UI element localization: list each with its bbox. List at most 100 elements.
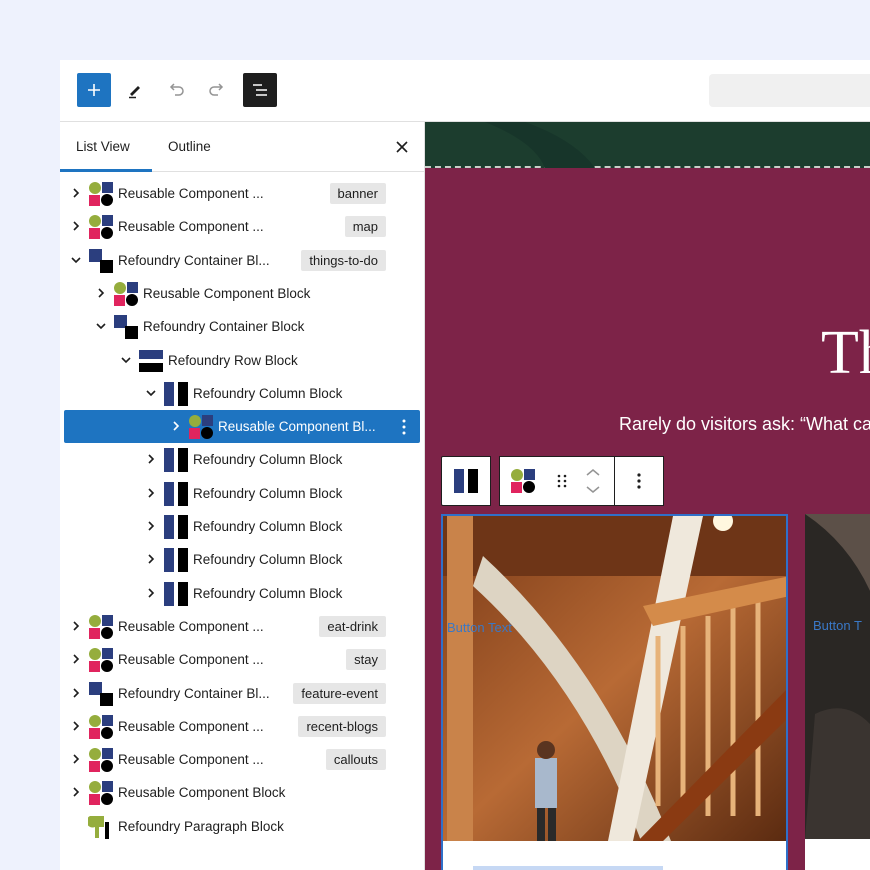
parent-block-button[interactable] xyxy=(441,456,491,506)
chevron-right-icon[interactable] xyxy=(70,620,82,632)
anchor-tag: callouts xyxy=(325,749,386,771)
anchor-tag: recent-blogs xyxy=(298,715,386,737)
reusable-block-icon xyxy=(88,647,114,673)
tree-row[interactable]: Reusable Component ... map xyxy=(64,210,420,243)
tree-row[interactable]: Reusable Component ... callouts xyxy=(64,743,420,776)
tree-row-label: Reusable Component ... xyxy=(118,718,264,734)
tree-row[interactable]: Reusable Component ... stay xyxy=(64,643,420,676)
close-icon xyxy=(396,141,408,153)
tree-row-label: Reusable Component ... xyxy=(118,652,264,668)
chevron-down-icon[interactable] xyxy=(70,254,82,266)
tree-row[interactable]: Refoundry Column Block xyxy=(64,477,420,510)
tree-row[interactable]: Refoundry Paragraph Block xyxy=(64,810,420,843)
tree-row[interactable]: Refoundry Column Block xyxy=(64,377,420,410)
tree-row[interactable]: Refoundry Column Block xyxy=(64,443,420,476)
row-block-icon xyxy=(138,348,164,374)
next-component-card[interactable]: Button T xyxy=(805,514,870,870)
chevron-right-icon[interactable] xyxy=(70,753,82,765)
container-block-icon xyxy=(88,681,114,707)
chevron-right-icon[interactable] xyxy=(145,453,157,465)
lodge-interior-photo xyxy=(443,516,786,870)
tree-row-label: Reusable Component ... xyxy=(118,186,264,201)
tree-row[interactable]: Reusable Component Block xyxy=(64,776,420,809)
tree-row-label: Refoundry Paragraph Block xyxy=(118,818,284,834)
reusable-block-icon xyxy=(88,747,114,773)
block-toolbar xyxy=(441,456,664,506)
reusable-block-icon xyxy=(88,614,114,640)
card-button-text-2[interactable]: Button T xyxy=(813,618,862,633)
reusable-block-icon xyxy=(88,181,114,207)
command-search-bar[interactable] xyxy=(709,74,870,107)
tree-row[interactable]: Refoundry Column Block xyxy=(64,543,420,576)
tree-row[interactable]: Reusable Component ... eat-drink xyxy=(64,610,420,643)
drag-handle-icon[interactable] xyxy=(550,469,574,493)
chevron-right-icon[interactable] xyxy=(70,653,82,665)
section-title: Th xyxy=(821,319,870,387)
chevron-right-icon[interactable] xyxy=(70,220,82,232)
dark-photo xyxy=(805,514,870,870)
container-block-icon xyxy=(88,248,114,274)
pencil-icon xyxy=(129,86,140,99)
undo-button[interactable] xyxy=(159,73,193,107)
redo-button[interactable] xyxy=(200,73,234,107)
edit-mode-button[interactable] xyxy=(118,73,152,107)
column-block-icon xyxy=(163,481,189,507)
tree-row[interactable]: Refoundry Row Block xyxy=(64,344,420,377)
block-options-button[interactable] xyxy=(614,456,664,506)
reusable-block-icon[interactable] xyxy=(510,468,536,494)
plus-icon xyxy=(88,84,100,96)
tree-row[interactable]: Refoundry Column Block xyxy=(64,510,420,543)
anchor-tag: eat-drink xyxy=(319,615,386,637)
column-block-icon xyxy=(454,469,478,493)
column-block-icon xyxy=(163,514,189,540)
list-view-icon xyxy=(253,84,267,96)
chevron-right-icon[interactable] xyxy=(170,420,182,432)
anchor-tag: feature-event xyxy=(293,682,386,704)
chevron-right-icon[interactable] xyxy=(145,520,157,532)
add-block-button[interactable] xyxy=(77,73,111,107)
chevron-right-icon[interactable] xyxy=(70,687,82,699)
selected-component-card[interactable]: Button Text xyxy=(441,514,788,870)
tree-row[interactable]: Reusable Component ... banner xyxy=(64,177,420,210)
tree-row[interactable]: Reusable Component Bl... xyxy=(64,410,420,444)
tree-row-label: Refoundry Column Block xyxy=(193,585,343,601)
chevron-right-icon[interactable] xyxy=(95,287,107,299)
chevron-right-icon[interactable] xyxy=(145,587,157,599)
editor-canvas: Th Rarely do visitors ask: “What ca xyxy=(425,122,870,870)
tree-row-label: Refoundry Column Block xyxy=(193,452,343,468)
move-up-down-icon[interactable] xyxy=(582,465,604,497)
sidebar-tabs: List View Outline xyxy=(60,122,424,172)
anchor-tag: things-to-do xyxy=(301,249,386,271)
section-subtitle: Rarely do visitors ask: “What ca xyxy=(619,414,870,434)
chevron-right-icon[interactable] xyxy=(145,487,157,499)
column-block-icon xyxy=(163,581,189,607)
reusable-block-icon xyxy=(88,214,114,240)
chevron-down-icon[interactable] xyxy=(120,354,132,366)
container-block-icon xyxy=(113,314,139,340)
row-options-icon[interactable] xyxy=(396,418,412,436)
tree-row[interactable]: Reusable Component ... recent-blogs xyxy=(64,710,420,743)
tab-outline[interactable]: Outline xyxy=(152,122,227,172)
tree-row[interactable]: Refoundry Container Bl... things-to-do xyxy=(64,244,420,277)
tree-row[interactable]: Refoundry Column Block xyxy=(64,577,420,610)
chevron-right-icon[interactable] xyxy=(145,553,157,565)
editor-toolbar xyxy=(60,60,870,122)
chevron-down-icon[interactable] xyxy=(145,387,157,399)
tree-row[interactable]: Refoundry Container Block xyxy=(64,310,420,343)
close-sidebar-button[interactable] xyxy=(392,137,412,157)
chevron-down-icon[interactable] xyxy=(95,320,107,332)
chevron-right-icon[interactable] xyxy=(70,786,82,798)
card-button-text[interactable]: Button Text xyxy=(447,620,512,635)
tree-row[interactable]: Reusable Component Block xyxy=(64,277,420,310)
chevron-right-icon[interactable] xyxy=(70,720,82,732)
reusable-block-icon xyxy=(188,414,214,440)
tree-row-label: Refoundry Container Block xyxy=(143,319,305,335)
document-overview-button[interactable] xyxy=(243,73,277,107)
tree-row[interactable]: Refoundry Container Bl... feature-event xyxy=(64,677,420,710)
tree-row-label: Reusable Component Block xyxy=(143,285,311,301)
anchor-tag: map xyxy=(344,216,386,238)
column-block-icon xyxy=(163,547,189,573)
tab-list-view[interactable]: List View xyxy=(60,122,152,172)
block-type-group xyxy=(499,456,614,506)
chevron-right-icon[interactable] xyxy=(70,187,82,199)
